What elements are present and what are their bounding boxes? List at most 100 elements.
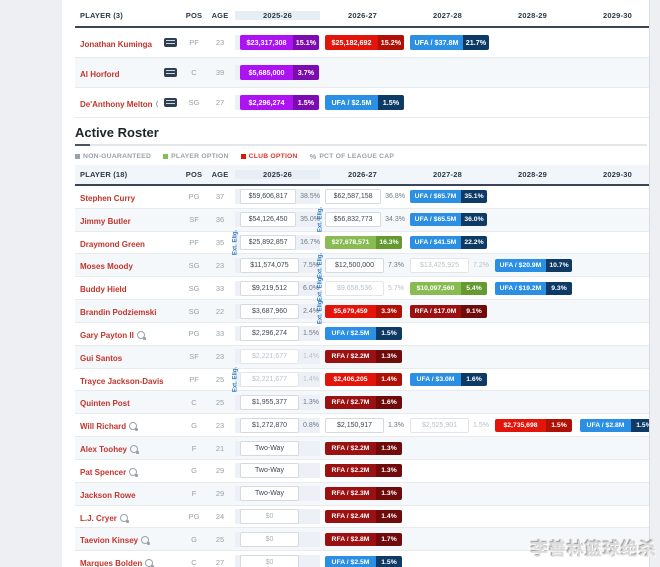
player-name-cell: Trayce Jackson-Davis [75,371,183,389]
salary-percent: 1.4% [303,376,319,383]
active-roster-section: Active Roster NON-GUARANTEED PLAYER OPTI… [75,122,650,161]
player-link[interactable]: Pat Spencer [80,468,126,477]
year-cell: Two-Way [235,486,320,501]
salary-percent: 1.3% [388,422,404,429]
year-cell: $2,296,2741.5% [235,326,320,341]
year-cell: $0 [235,509,320,524]
year-cell: $54,126,45035.0% [235,212,320,227]
player-row: Alex TooheyF21Two-WayRFA / $2.2M1.3% [75,437,650,460]
chip-percent: 1.5% [376,327,402,340]
contract-badge-icon[interactable] [164,38,177,47]
season-label: 2027-28 [433,170,462,179]
season-label: 2028-29 [518,170,547,179]
player-link[interactable]: Brandin Podziemski [80,308,156,317]
chip-percent: 1.4% [376,373,402,386]
player-name-cell: Quinten Post [75,393,183,411]
year-cell: UFA / $2.8M1.5% [575,419,650,432]
year-cell: RFA / $17.0M9.1% [405,305,490,318]
badge-cell [158,38,183,47]
player-note-icon[interactable] [156,100,158,108]
season-column-header: 2025-26 [235,170,320,179]
year-cell: Ext. Elig.$12,500,0007.3% [320,258,405,273]
player-note-icon[interactable] [130,445,138,453]
player-link[interactable]: Jimmy Butler [80,217,131,226]
ufa-chip: UFA / $2.5M1.5% [325,327,402,340]
year-cell: $11,574,0757.5% [235,258,320,273]
year-cell: Ext. Elig.$9,658,5365.7% [320,281,405,296]
pending-players-table: PLAYER (3)POSAGE2025-262026-272027-28202… [75,0,650,118]
player-note-icon[interactable] [145,559,153,567]
chip-percent: 1.3% [376,464,402,477]
player-note-icon[interactable] [141,536,149,544]
player-row: Quinten PostC25$1,955,3771.3%RFA / $2.7M… [75,391,650,414]
chip-percent: 3.3% [376,305,402,318]
player-link[interactable]: Moses Moody [80,262,133,271]
player-link[interactable]: L.J. Cryer [80,514,117,523]
player-link[interactable]: Jonathan Kuminga [80,40,152,49]
badge-cell [158,68,183,77]
chip-value: UFA / $20.9M [495,259,546,272]
salary-box: $1,272,870 [240,418,299,433]
contract-badge-icon[interactable] [164,68,177,77]
player-link[interactable]: Gui Santos [80,354,122,363]
season-column-header: 2028-29 [490,170,575,179]
year-cell: UFA / $65.7M35.1% [405,190,490,203]
player-link[interactable]: Draymond Green [80,240,145,249]
player-note-icon[interactable] [137,331,145,339]
salary-box: $2,296,274 [240,326,299,341]
contract-badge-icon[interactable] [164,98,177,107]
legend-player-option: PLAYER OPTION [163,153,229,160]
player-name-cell: Buddy Hield [75,279,183,297]
player-note-icon[interactable] [129,468,137,476]
year-cell: UFA / $2.5M1.5% [320,556,405,567]
year-cell: RFA / $2.2M1.3% [320,442,405,455]
player-column-header: PLAYER (18) [75,170,183,179]
player-note-icon[interactable] [120,514,128,522]
salary-box: $2,221,677 [240,349,299,364]
season-column-header: 2027-28 [405,11,490,20]
player-link[interactable]: Will Richard [80,422,126,431]
chip-value: RFA / $2.2M [325,464,376,477]
player-link[interactable]: Jackson Rowe [80,491,136,500]
salary-box: $0 [240,532,299,547]
year-cell: $2,150,9171.3% [320,418,405,433]
season-label: 2028-29 [518,11,547,20]
player-note-icon[interactable] [129,422,137,430]
player-link[interactable]: Alex Toohey [80,445,127,454]
player-row: Will RichardG23$1,272,8700.8%$2,150,9171… [75,414,650,437]
year-cell: $0 [235,532,320,547]
player-link[interactable]: Taevion Kinsey [80,536,138,545]
chip-value: RFA / $2.4M [325,510,376,523]
chip-percent: 3.7% [293,65,319,80]
year-cell: RFA / $2.2M1.3% [320,350,405,363]
salary-percent: 1.3% [303,399,319,406]
age-cell: 25 [205,375,235,384]
player-link[interactable]: Stephen Curry [80,194,135,203]
player-link[interactable]: Buddy Hield [80,285,127,294]
player-link[interactable]: Trayce Jackson-Davis [80,377,164,386]
season-label: 2027-28 [433,11,462,20]
age-cell: 23 [205,421,235,430]
year-cell: Ext. Elig.$5,679,4593.3% [320,305,405,318]
player-link[interactable]: De'Anthony Melton [80,100,153,109]
age-cell: 35 [205,238,235,247]
player-row: Draymond GreenPF35Ext. Elig.$25,892,8571… [75,232,650,255]
salary-box: $0 [240,555,299,567]
player-link[interactable]: Al Horford [80,70,120,79]
season-column-header: 2025-26 [235,11,320,20]
player-link[interactable]: Marques Bolden [80,559,142,567]
player-row: Stephen CurryPG37$59,606,81738.5%$62,587… [75,186,650,209]
player-link[interactable]: Gary Payton II [80,331,134,340]
player-name-cell: Taevion Kinsey [75,530,183,548]
pos-cell: SG [183,284,205,293]
player-row: Buddy HieldSG33$9,219,5126.0%Ext. Elig.$… [75,277,650,300]
ufa-chip: UFA / $20.9M10.7% [495,259,572,272]
pos-cell: PG [183,192,205,201]
player-link[interactable]: Quinten Post [80,399,130,408]
pos-cell: SG [183,307,205,316]
salary-percent: 36.8% [385,193,405,200]
chip-value: UFA / $37.8M [410,35,463,50]
age-cell: 22 [205,307,235,316]
player-row: Brandin PodziemskiSG22$3,687,9602.4%Ext.… [75,300,650,323]
legend-pct-of-league-cap: % PCT OF LEAGUE CAP [310,152,394,161]
